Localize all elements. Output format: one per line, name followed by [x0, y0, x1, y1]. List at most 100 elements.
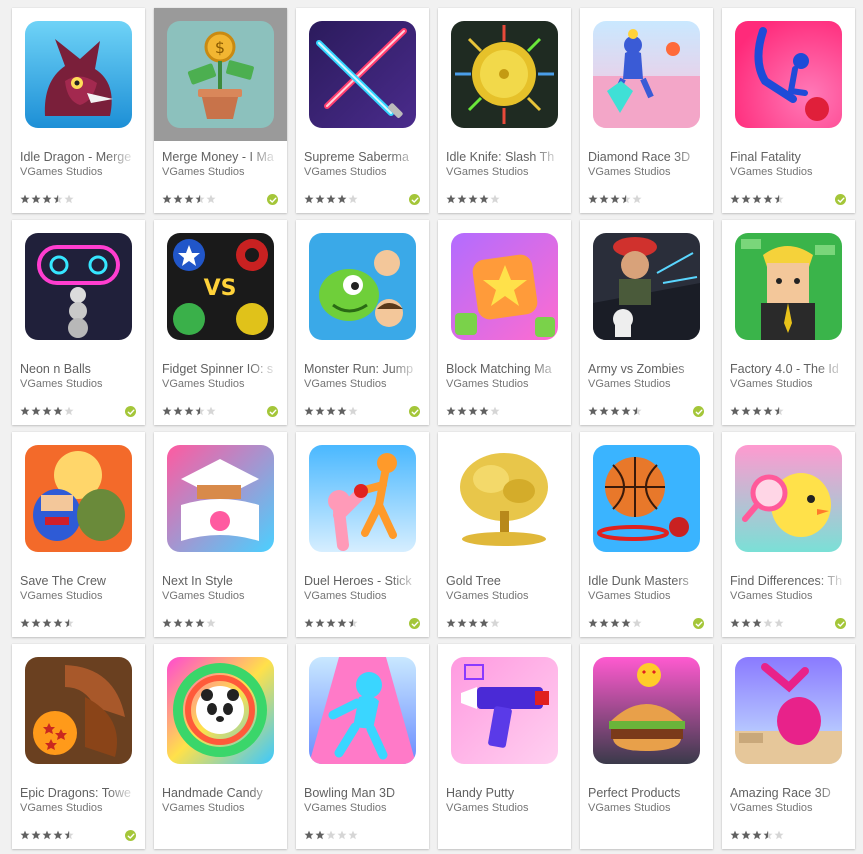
app-thumbnail[interactable] — [12, 644, 145, 777]
app-thumbnail[interactable] — [722, 432, 855, 565]
app-thumbnail[interactable] — [438, 220, 571, 353]
app-title[interactable]: Amazing Race 3D — [730, 786, 847, 800]
app-thumbnail[interactable] — [580, 432, 713, 565]
app-title[interactable]: Diamond Race 3D — [588, 150, 705, 164]
app-developer[interactable]: VGames Studios — [304, 378, 421, 390]
burger-icon — [593, 657, 700, 764]
app-developer[interactable]: VGames Studios — [20, 590, 137, 602]
app-card[interactable]: Amazing Race 3D VGames Studios — [722, 644, 855, 849]
app-card[interactable]: Block Matching Ma VGames Studios — [438, 220, 571, 425]
app-thumbnail[interactable] — [722, 220, 855, 353]
app-thumbnail[interactable] — [12, 220, 145, 353]
app-developer[interactable]: VGames Studios — [446, 590, 563, 602]
app-developer[interactable]: VGames Studios — [446, 802, 563, 814]
app-title[interactable]: Supreme Saberma — [304, 150, 421, 164]
star-rating — [446, 618, 500, 628]
app-card[interactable]: Idle Dragon - Merge VGames Studios — [12, 8, 145, 213]
app-thumbnail[interactable] — [296, 220, 429, 353]
app-title[interactable]: Bowling Man 3D — [304, 786, 421, 800]
app-title[interactable]: Next In Style — [162, 574, 279, 588]
app-card[interactable]: Diamond Race 3D VGames Studios — [580, 8, 713, 213]
app-thumbnail[interactable] — [12, 8, 145, 141]
app-thumbnail[interactable] — [438, 8, 571, 141]
app-developer[interactable]: VGames Studios — [730, 590, 847, 602]
app-developer[interactable]: VGames Studios — [304, 802, 421, 814]
app-card[interactable]: Idle Knife: Slash Th VGames Studios — [438, 8, 571, 213]
app-thumbnail[interactable] — [12, 432, 145, 565]
app-developer[interactable]: VGames Studios — [20, 166, 137, 178]
app-title[interactable]: Idle Dragon - Merge — [20, 150, 137, 164]
app-title[interactable]: Idle Dunk Masters — [588, 574, 705, 588]
app-thumbnail[interactable] — [580, 644, 713, 777]
app-card[interactable]: Neon n Balls VGames Studios — [12, 220, 145, 425]
app-title[interactable]: Monster Run: Jump — [304, 362, 421, 376]
app-developer[interactable]: VGames Studios — [588, 802, 705, 814]
app-card[interactable]: Save The Crew VGames Studios — [12, 432, 145, 637]
app-title[interactable]: Army vs Zombies — [588, 362, 705, 376]
app-card[interactable]: Factory 4.0 - The Id VGames Studios — [722, 220, 855, 425]
app-title[interactable]: Find Differences: Th — [730, 574, 847, 588]
app-developer[interactable]: VGames Studios — [162, 166, 279, 178]
app-card[interactable]: Supreme Saberma VGames Studios — [296, 8, 429, 213]
app-card[interactable]: Epic Dragons: Towe VGames Studios — [12, 644, 145, 849]
app-card[interactable]: Army vs Zombies VGames Studios — [580, 220, 713, 425]
app-thumbnail[interactable]: $ — [154, 8, 287, 141]
app-card[interactable]: Idle Dunk Masters VGames Studios — [580, 432, 713, 637]
app-card[interactable]: Handmade Candy VGames Studios — [154, 644, 287, 849]
app-title[interactable]: Factory 4.0 - The Id — [730, 362, 847, 376]
app-developer[interactable]: VGames Studios — [20, 802, 137, 814]
app-title[interactable]: Final Fatality — [730, 150, 847, 164]
app-card[interactable]: Next In Style VGames Studios — [154, 432, 287, 637]
app-developer[interactable]: VGames Studios — [588, 166, 705, 178]
app-thumbnail[interactable] — [722, 8, 855, 141]
app-card[interactable]: Monster Run: Jump VGames Studios — [296, 220, 429, 425]
app-developer[interactable]: VGames Studios — [730, 802, 847, 814]
app-thumbnail[interactable] — [438, 432, 571, 565]
app-title[interactable]: Perfect Products — [588, 786, 705, 800]
app-title[interactable]: Save The Crew — [20, 574, 137, 588]
app-thumbnail[interactable] — [296, 644, 429, 777]
app-title[interactable]: Neon n Balls — [20, 362, 137, 376]
app-developer[interactable]: VGames Studios — [304, 590, 421, 602]
app-developer[interactable]: VGames Studios — [304, 166, 421, 178]
app-developer[interactable]: VGames Studios — [20, 378, 137, 390]
app-developer[interactable]: VGames Studios — [162, 802, 279, 814]
app-card[interactable]: Gold Tree VGames Studios — [438, 432, 571, 637]
app-thumbnail[interactable] — [296, 432, 429, 565]
app-title[interactable]: Fidget Spinner IO: s — [162, 362, 279, 376]
app-developer[interactable]: VGames Studios — [730, 378, 847, 390]
app-card[interactable]: Perfect Products VGames Studios — [580, 644, 713, 849]
app-title[interactable]: Handmade Candy — [162, 786, 279, 800]
app-title[interactable]: Duel Heroes - Stick — [304, 574, 421, 588]
app-title[interactable]: Block Matching Ma — [446, 362, 563, 376]
app-card[interactable]: $ Merge Money - I Ma VGames Studios — [154, 8, 287, 213]
app-title[interactable]: Merge Money - I Ma — [162, 150, 279, 164]
app-developer[interactable]: VGames Studios — [446, 378, 563, 390]
app-title[interactable]: Epic Dragons: Towe — [20, 786, 137, 800]
app-card[interactable]: Handy Putty VGames Studios — [438, 644, 571, 849]
app-title[interactable]: Gold Tree — [446, 574, 563, 588]
app-thumbnail[interactable] — [296, 8, 429, 141]
app-developer[interactable]: VGames Studios — [162, 590, 279, 602]
app-developer[interactable]: VGames Studios — [588, 590, 705, 602]
star-icon — [42, 618, 52, 628]
app-card[interactable]: Final Fatality VGames Studios — [722, 8, 855, 213]
app-thumbnail[interactable] — [154, 644, 287, 777]
app-developer[interactable]: VGames Studios — [730, 166, 847, 178]
app-developer[interactable]: VGames Studios — [162, 378, 279, 390]
app-title[interactable]: Handy Putty — [446, 786, 563, 800]
app-thumbnail[interactable] — [154, 432, 287, 565]
app-thumbnail[interactable]: VS — [154, 220, 287, 353]
app-card[interactable]: Find Differences: Th VGames Studios — [722, 432, 855, 637]
app-card[interactable]: Duel Heroes - Stick VGames Studios — [296, 432, 429, 637]
app-thumbnail[interactable] — [722, 644, 855, 777]
app-thumbnail[interactable] — [580, 220, 713, 353]
app-developer[interactable]: VGames Studios — [588, 378, 705, 390]
app-thumbnail[interactable] — [438, 644, 571, 777]
star-icon — [763, 406, 773, 416]
app-card[interactable]: Bowling Man 3D VGames Studios — [296, 644, 429, 849]
app-developer[interactable]: VGames Studios — [446, 166, 563, 178]
app-thumbnail[interactable] — [580, 8, 713, 141]
app-title[interactable]: Idle Knife: Slash Th — [446, 150, 563, 164]
app-card[interactable]: VS Fidget Spinner IO: s VGames Studios — [154, 220, 287, 425]
